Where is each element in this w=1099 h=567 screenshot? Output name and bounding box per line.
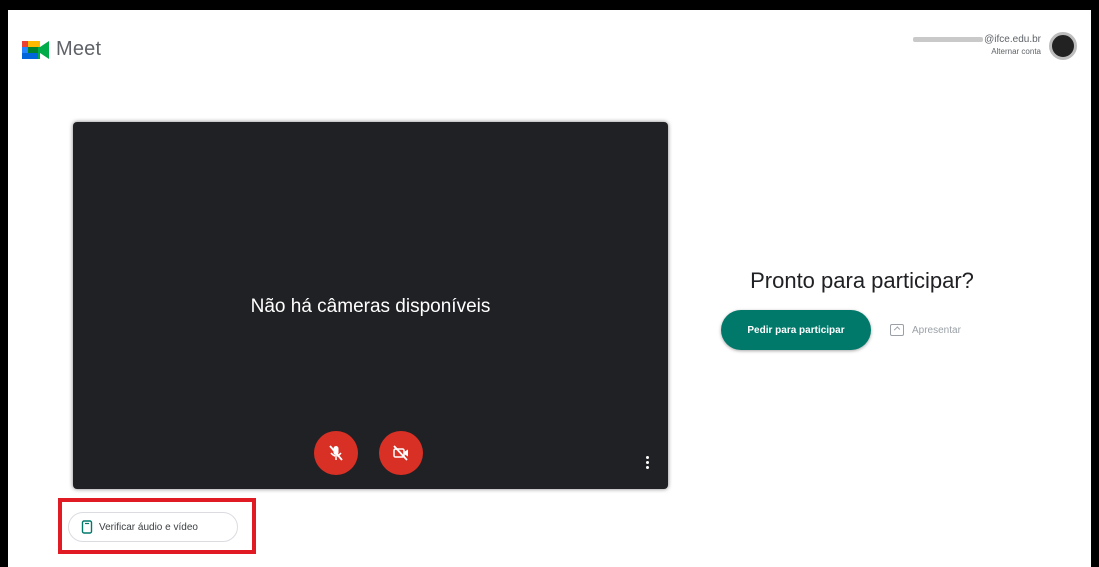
account-info: @ifce.edu.br Alternar conta <box>913 34 1041 58</box>
present-button[interactable]: Apresentar <box>890 318 961 342</box>
no-camera-message: Não há câmeras disponíveis <box>250 296 491 317</box>
camera-off-icon <box>393 445 408 461</box>
avatar[interactable] <box>1049 32 1077 60</box>
video-preview: Não há câmeras disponíveis <box>73 122 668 489</box>
check-audio-video-label: Verificar áudio e vídeo <box>99 521 198 533</box>
ask-to-join-button[interactable]: Pedir para participar <box>721 310 871 350</box>
present-icon <box>890 324 904 336</box>
account-area[interactable]: @ifce.edu.br Alternar conta <box>913 32 1077 60</box>
meet-logo-icon <box>22 40 49 59</box>
more-options-icon[interactable] <box>646 456 650 471</box>
microphone-toggle-button[interactable] <box>314 431 358 475</box>
account-email-domain: @ifce.edu.br <box>984 34 1041 45</box>
redacted-username <box>913 36 984 42</box>
meet-logo[interactable]: Meet <box>22 38 101 61</box>
camera-toggle-button[interactable] <box>379 431 423 475</box>
present-label: Apresentar <box>912 324 961 336</box>
account-email: @ifce.edu.br <box>913 34 1041 46</box>
switch-account-link[interactable]: Alternar conta <box>913 46 1041 58</box>
app-name: Meet <box>56 38 102 60</box>
mic-off-icon <box>329 445 343 461</box>
check-audio-video-button[interactable]: Verificar áudio e vídeo <box>68 512 238 542</box>
meet-page: Meet @ifce.edu.br Alternar conta Não há … <box>8 10 1091 567</box>
phone-check-icon <box>81 520 93 534</box>
ready-to-join-title: Pronto para participar? <box>750 268 974 293</box>
